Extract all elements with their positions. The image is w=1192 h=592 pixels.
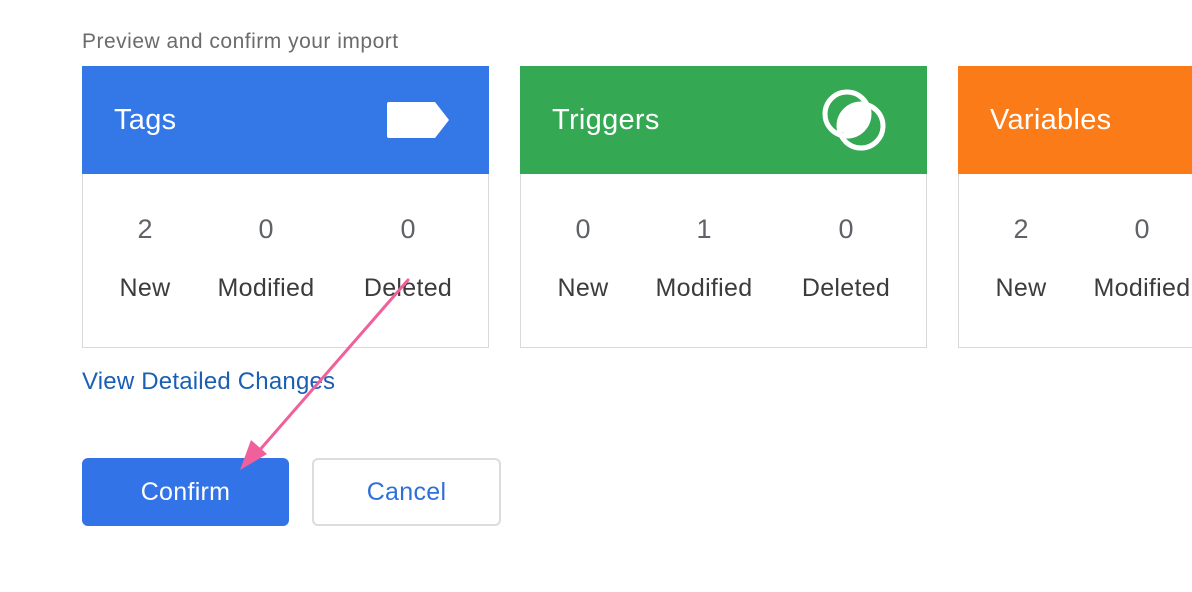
tag-icon: [385, 101, 451, 139]
stat-value: 0: [1134, 214, 1150, 244]
stat-value: 2: [137, 214, 153, 244]
stat-value: 0: [400, 214, 416, 244]
stat-value: 0: [258, 214, 274, 244]
import-preview-page: Preview and confirm your import Tags 2 N…: [0, 0, 1192, 592]
stat-value: 0: [575, 214, 591, 244]
stat-value: 2: [1013, 214, 1029, 244]
stat-label: New: [119, 274, 171, 302]
triggers-card-header: Triggers: [520, 66, 927, 174]
triggers-card-title: Triggers: [552, 103, 660, 136]
variables-stats: 2 New 0 Modified: [959, 174, 1192, 348]
triggers-stats: 0 New 1 Modified 0 Deleted: [521, 174, 926, 348]
variables-card-header: Variables: [958, 66, 1192, 174]
stat-label: New: [995, 274, 1047, 302]
stat-label: Modified: [1093, 274, 1191, 302]
stat-label: Modified: [217, 274, 315, 302]
stat-value: 1: [696, 214, 712, 244]
page-subtitle: Preview and confirm your import: [82, 30, 399, 53]
trigger-circles-icon: [821, 88, 889, 152]
stat-label: Modified: [655, 274, 753, 302]
view-detailed-changes-link[interactable]: View Detailed Changes: [82, 368, 335, 396]
stat-label: Deleted: [801, 274, 891, 302]
stat-label: New: [557, 274, 609, 302]
tags-card: Tags 2 New 0 Modified 0 Deleted: [82, 66, 489, 348]
tags-card-header: Tags: [82, 66, 489, 174]
stat-value: 0: [838, 214, 854, 244]
confirm-button[interactable]: Confirm: [82, 458, 289, 526]
tags-card-title: Tags: [114, 103, 177, 136]
cancel-button[interactable]: Cancel: [312, 458, 501, 526]
variables-card: Variables 2 New 0 Modified: [958, 66, 1192, 348]
triggers-card: Triggers 0 New 1 Modified 0 Deleted: [520, 66, 927, 348]
stat-label: Deleted: [363, 274, 453, 302]
tags-stats: 2 New 0 Modified 0 Deleted: [83, 174, 488, 348]
variables-card-title: Variables: [990, 103, 1112, 136]
